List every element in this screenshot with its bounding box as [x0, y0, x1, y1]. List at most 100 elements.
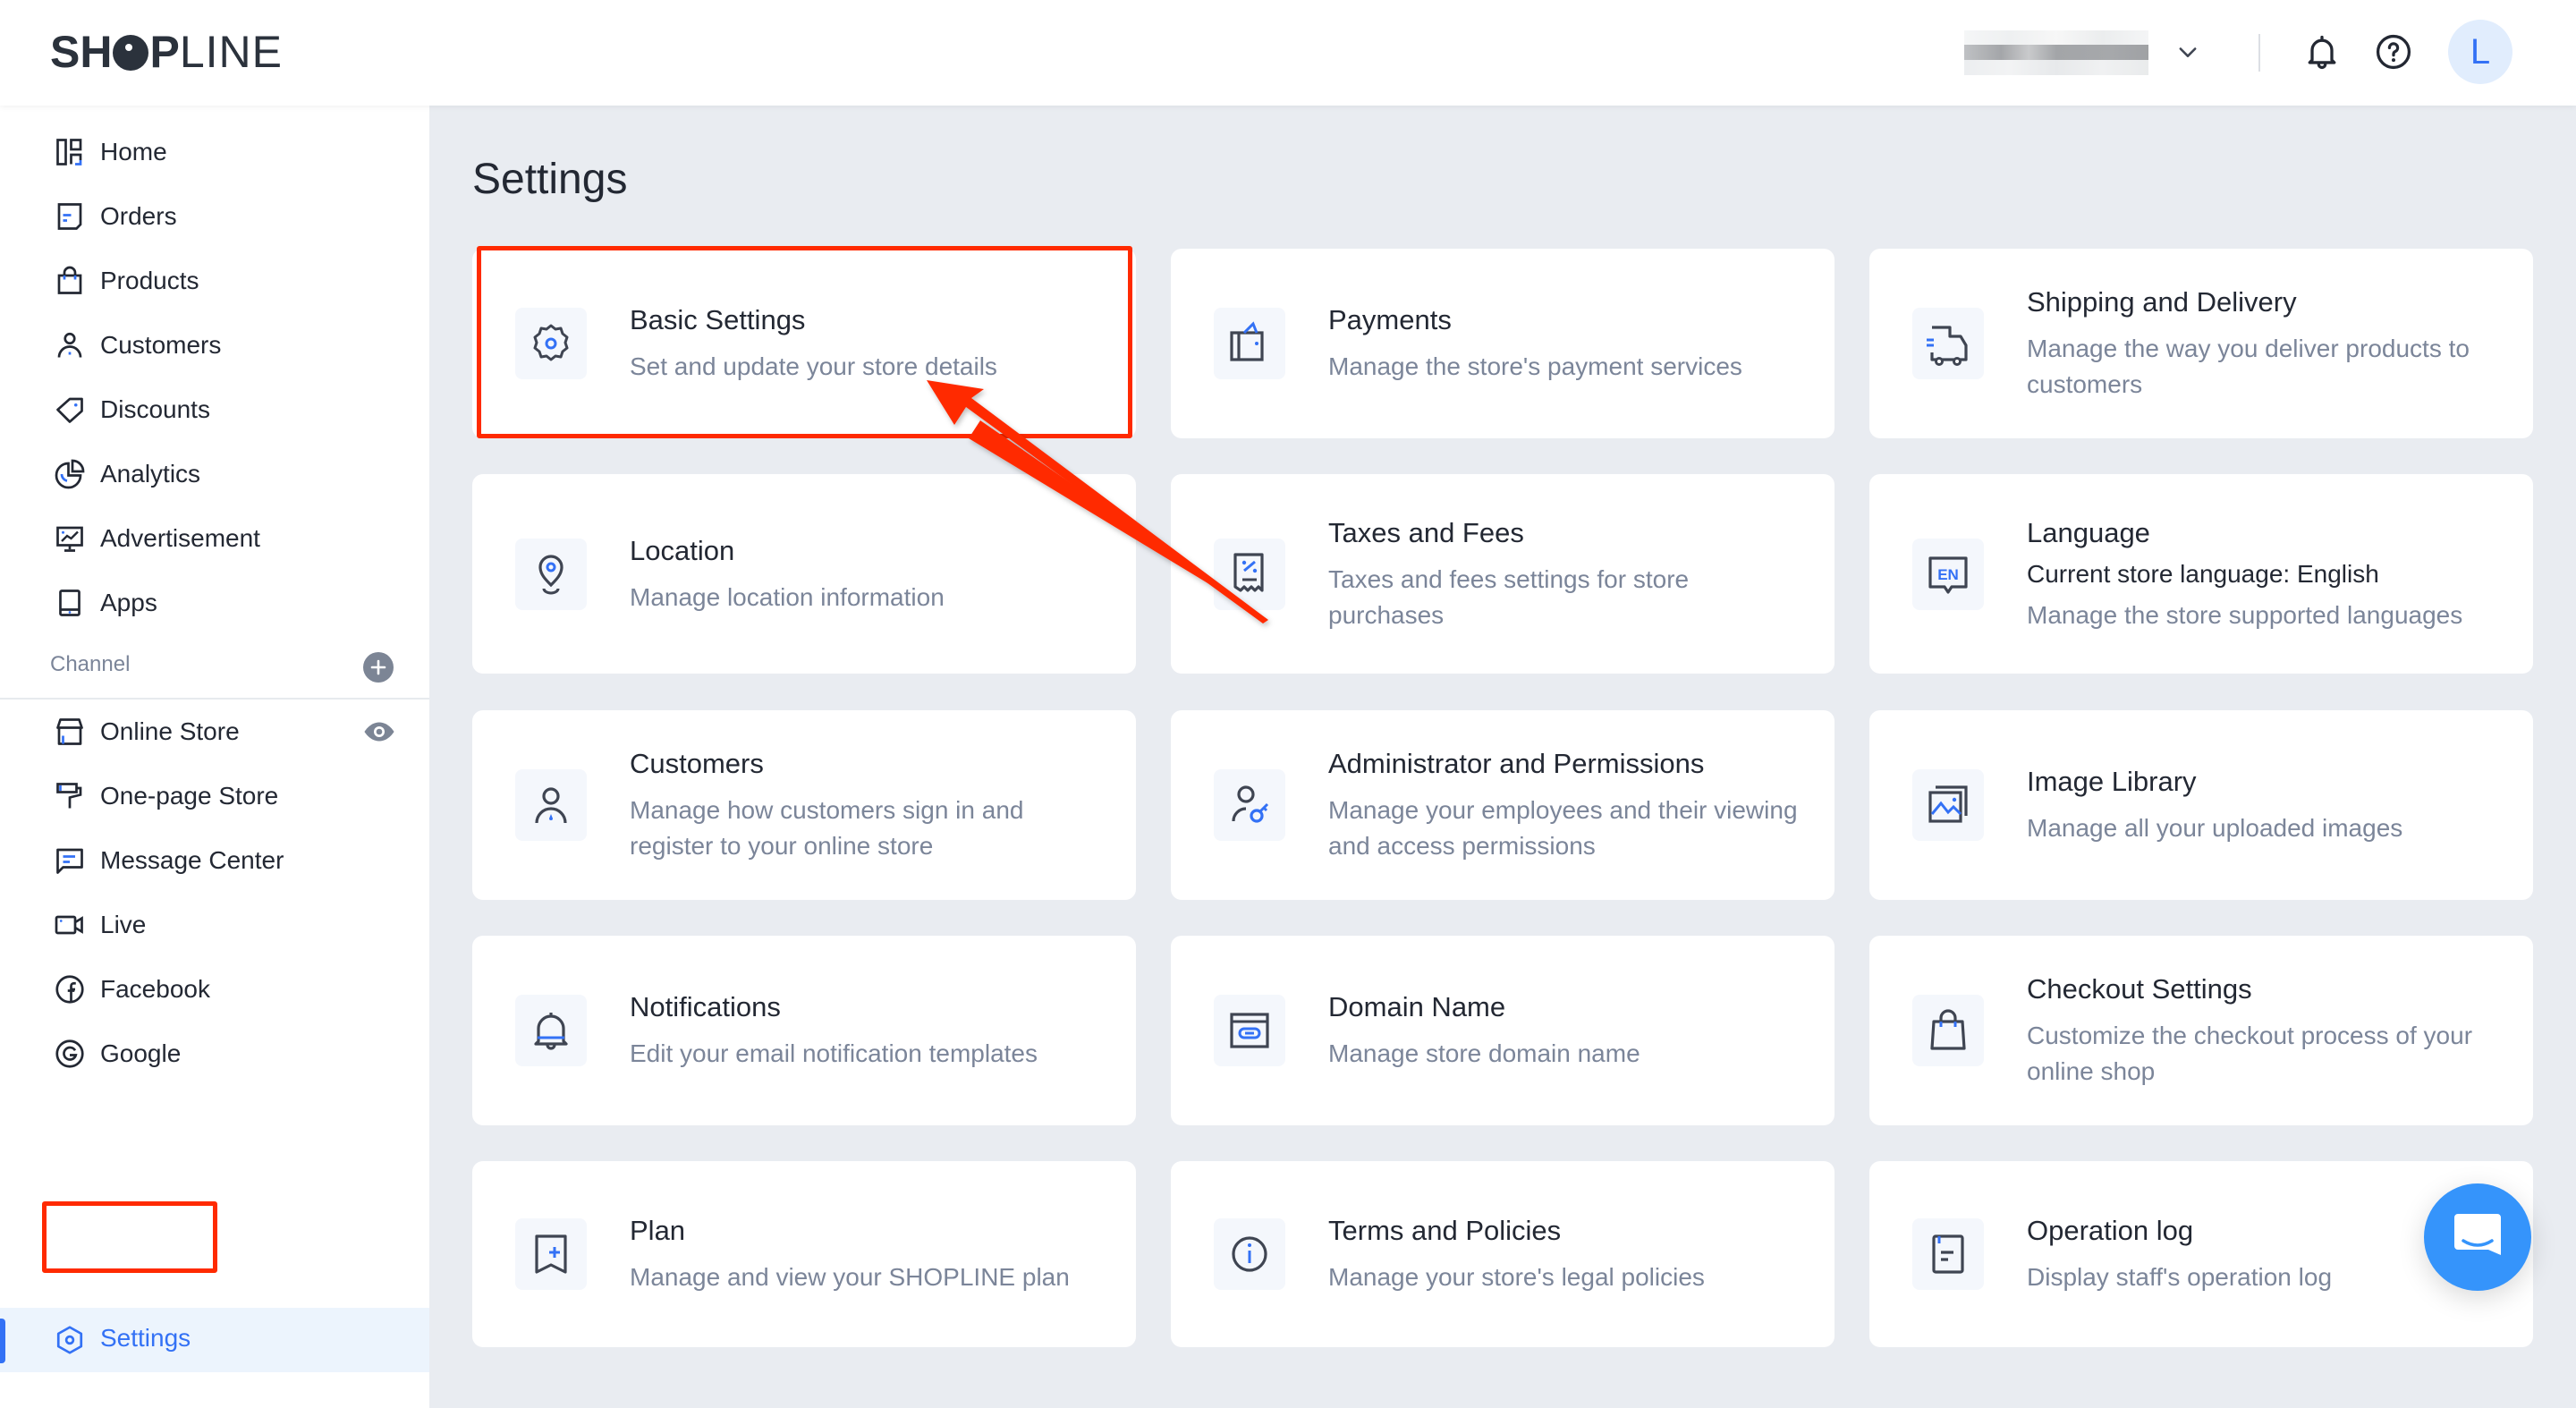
tag-icon: [56, 397, 83, 423]
sidebar-item-message-center[interactable]: Message Center: [0, 834, 429, 887]
shopping-bag-icon: [1912, 995, 1984, 1066]
logo-tag-icon: [113, 35, 149, 71]
card-text: Administrator and Permissions Manage your…: [1328, 746, 1799, 864]
card-text: Taxes and Fees Taxes and fees settings fo…: [1328, 515, 1799, 633]
card-text: Language Current store language: English M…: [2027, 515, 2497, 633]
info-circle-icon: [1214, 1218, 1285, 1290]
shopline-logo[interactable]: SH P LINE: [50, 27, 283, 77]
card-description: Manage your store's legal policies: [1328, 1263, 1705, 1291]
logo-text-part1: SH: [50, 27, 113, 77]
image-gallery-icon: [1912, 769, 1984, 841]
card-title: Domain Name: [1328, 991, 1506, 1022]
settings-card-image-library[interactable]: Image Library Manage all your uploaded im…: [1869, 710, 2533, 900]
sidebar-item-label: One-page Store: [100, 782, 279, 810]
sidebar-item-one-page-store[interactable]: One-page Store: [0, 769, 429, 823]
card-description: Edit your email notification templates: [630, 1039, 1038, 1067]
person-icon: [57, 332, 82, 358]
logo-text-part3: LINE: [179, 27, 283, 77]
bell-icon: [515, 995, 587, 1066]
settings-card-terms-and-policies[interactable]: Terms and Policies Manage your store's le…: [1171, 1161, 1835, 1347]
card-description: Manage location information: [630, 583, 945, 611]
sidebar-item-facebook[interactable]: Facebook: [0, 963, 429, 1016]
sidebar-item-live[interactable]: Live: [0, 898, 429, 952]
card-description: Manage the store's payment services: [1328, 352, 1742, 380]
pie-chart-icon: [55, 459, 85, 489]
sidebar-item-settings[interactable]: Settings: [0, 1308, 429, 1372]
language-en-icon: EN: [1912, 538, 1984, 610]
user-avatar[interactable]: L: [2448, 20, 2512, 84]
settings-card-basic-settings[interactable]: Basic Settings Set and update your store …: [472, 249, 1136, 438]
card-description: Set and update your store details: [630, 352, 997, 380]
location-pin-icon: [515, 538, 587, 610]
settings-card-plan[interactable]: Plan Manage and view your SHOPLINE plan: [472, 1161, 1136, 1347]
sidebar: Home Orders Products Customers Discounts…: [0, 106, 429, 1408]
shopping-bag-icon: [57, 266, 82, 294]
wallet-icon: [1214, 308, 1285, 379]
monitor-chart-icon: [56, 526, 83, 552]
settings-card-domain-name[interactable]: Domain Name Manage store domain name: [1171, 936, 1835, 1125]
sidebar-item-products[interactable]: Products: [0, 254, 429, 308]
sidebar-item-label: Customers: [100, 331, 222, 359]
eye-icon[interactable]: [363, 716, 395, 748]
card-title: Taxes and Fees: [1328, 517, 1524, 548]
sidebar-item-home[interactable]: Home: [0, 125, 429, 179]
settings-card-language[interactable]: EN Language Current store language: Englis…: [1869, 474, 2533, 674]
card-text: Notifications Edit your email notificatio…: [630, 989, 1100, 1072]
settings-card-taxes-and-fees[interactable]: Taxes and Fees Taxes and fees settings fo…: [1171, 474, 1835, 674]
card-title: Plan: [630, 1215, 686, 1246]
notification-bell-icon[interactable]: [2302, 32, 2342, 72]
sidebar-item-label: Online Store: [100, 717, 240, 745]
settings-card-payments[interactable]: Payments Manage the store's payment servi…: [1171, 249, 1835, 438]
sidebar-item-online-store[interactable]: Online Store: [0, 705, 429, 759]
card-title: Notifications: [630, 991, 781, 1022]
settings-card-notifications[interactable]: Notifications Edit your email notificatio…: [472, 936, 1136, 1125]
sidebar-item-analytics[interactable]: Analytics: [0, 447, 429, 501]
store-selector[interactable]: [1964, 29, 2200, 75]
sidebar-item-label: Google: [100, 1039, 182, 1067]
paint-roller-icon: [56, 783, 82, 809]
card-text: Shipping and Delivery Manage the way you …: [2027, 284, 2497, 403]
sidebar-item-orders[interactable]: Orders: [0, 190, 429, 243]
card-title: Location: [630, 535, 735, 566]
sidebar-item-label: Home: [100, 138, 167, 165]
card-title: Checkout Settings: [2027, 973, 2252, 1005]
card-text: Image Library Manage all your uploaded im…: [2027, 764, 2497, 846]
sidebar-item-label: Settings: [100, 1324, 191, 1352]
sidebar-item-customers[interactable]: Customers: [0, 318, 429, 372]
active-indicator: [0, 1319, 5, 1363]
help-icon[interactable]: [2374, 32, 2413, 72]
sidebar-item-label: Orders: [100, 202, 177, 230]
card-description: Customize the checkout process of your o…: [2027, 1022, 2473, 1085]
card-description: Taxes and fees settings for store purcha…: [1328, 565, 1690, 629]
card-text: Customers Manage how customers sign in an…: [630, 746, 1100, 864]
receipt-percent-icon: [1214, 538, 1285, 610]
svg-text:EN: EN: [1937, 566, 1959, 583]
card-text: Domain Name Manage store domain name: [1328, 989, 1799, 1072]
card-text: Checkout Settings Customize the checkout …: [2027, 971, 2497, 1090]
storefront-icon: [56, 718, 83, 745]
card-text: Plan Manage and view your SHOPLINE plan: [630, 1213, 1100, 1295]
card-text: Payments Manage the store's payment servi…: [1328, 302, 1799, 385]
add-channel-button[interactable]: [363, 652, 394, 683]
settings-card-location[interactable]: Location Manage location information: [472, 474, 1136, 674]
settings-card-shipping-and-delivery[interactable]: Shipping and Delivery Manage the way you …: [1869, 249, 2533, 438]
channel-divider: [0, 698, 429, 700]
settings-card-administrator-and-permissions[interactable]: Administrator and Permissions Manage your…: [1171, 710, 1835, 900]
sidebar-item-advertisement[interactable]: Advertisement: [0, 512, 429, 565]
card-title: Image Library: [2027, 766, 2197, 797]
settings-card-customers[interactable]: Customers Manage how customers sign in an…: [472, 710, 1136, 900]
sidebar-item-discounts[interactable]: Discounts: [0, 383, 429, 437]
sidebar-item-label: Apps: [100, 589, 157, 616]
facebook-icon: [55, 975, 84, 1004]
card-text: Basic Settings Set and update your store …: [630, 302, 1100, 385]
sidebar-item-label: Facebook: [100, 975, 210, 1003]
chevron-down-icon: [2179, 47, 2197, 57]
sidebar-item-apps[interactable]: Apps: [0, 576, 429, 630]
page-title: Settings: [472, 156, 628, 203]
sidebar-item-google[interactable]: Google: [0, 1027, 429, 1081]
settings-card-checkout-settings[interactable]: Checkout Settings Customize the checkout …: [1869, 936, 2533, 1125]
user-key-icon: [1214, 769, 1285, 841]
card-text: Location Manage location information: [630, 533, 1100, 615]
card-title: Terms and Policies: [1328, 1215, 1562, 1246]
live-chat-button[interactable]: [2424, 1183, 2531, 1291]
